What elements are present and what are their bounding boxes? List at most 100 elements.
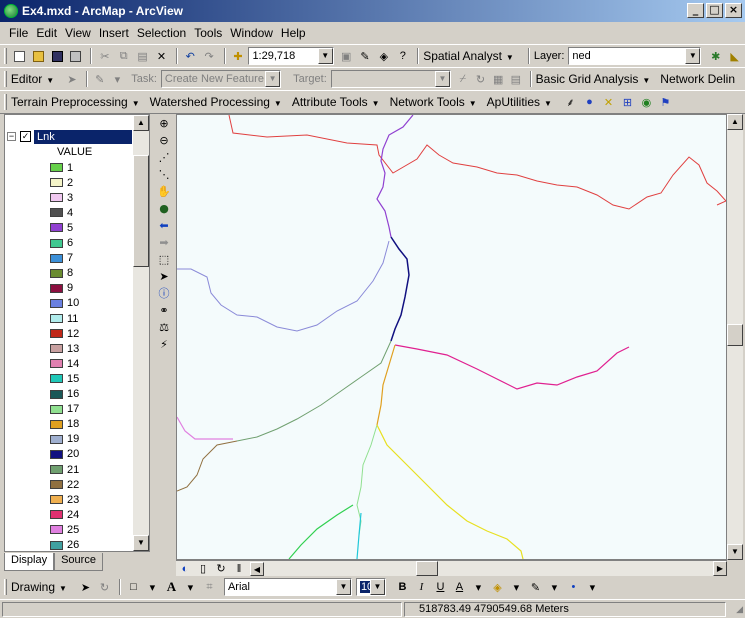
legend-item[interactable]: 22 xyxy=(50,477,79,492)
legend-swatch[interactable] xyxy=(50,329,63,339)
delete-icon[interactable]: ✕ xyxy=(153,48,170,65)
legend-item[interactable]: 26 xyxy=(50,538,79,551)
legend-swatch[interactable] xyxy=(50,359,63,369)
map-scroll-down-icon[interactable]: ▼ xyxy=(727,544,743,560)
flag-icon[interactable]: ⚑ xyxy=(657,94,674,111)
legend-item[interactable]: 19 xyxy=(50,432,79,447)
legend-item[interactable]: 11 xyxy=(50,311,78,326)
legend-item[interactable]: 18 xyxy=(50,417,79,432)
legend-swatch[interactable] xyxy=(50,495,63,505)
close-button[interactable]: × xyxy=(725,3,742,18)
legend-item[interactable]: 14 xyxy=(50,356,79,371)
legend-swatch[interactable] xyxy=(50,374,63,384)
layer-visibility-checkbox[interactable]: ✓ xyxy=(20,131,31,142)
menu-file[interactable]: File xyxy=(8,26,29,40)
legend-swatch[interactable] xyxy=(50,268,63,278)
refresh-icon[interactable]: ↻ xyxy=(214,562,228,575)
legend-item[interactable]: 12 xyxy=(50,326,79,341)
legend-swatch[interactable] xyxy=(50,298,63,308)
legend-item[interactable]: 8 xyxy=(50,266,73,281)
map-scroll-right-icon[interactable]: ▶ xyxy=(713,561,727,576)
map-scroll-left-icon[interactable]: ◀ xyxy=(250,562,264,576)
layer-combo[interactable]: ned ▼ xyxy=(568,47,702,65)
redo-icon[interactable]: ↷ xyxy=(201,48,218,65)
forward-extent-icon[interactable]: ➡ xyxy=(156,234,172,251)
legend-item[interactable]: 24 xyxy=(50,507,79,522)
rectangle-icon[interactable]: □ xyxy=(125,579,142,596)
raster-calculator-icon[interactable]: ✱ xyxy=(707,48,724,65)
line-color-icon[interactable]: ✎ xyxy=(527,579,544,596)
menu-window[interactable]: Window xyxy=(229,26,274,40)
attributes-icon[interactable]: ▦ xyxy=(490,71,506,88)
italic-icon[interactable]: I xyxy=(413,579,430,596)
pause-drawing-icon[interactable]: ‖ xyxy=(232,562,246,575)
print-icon[interactable] xyxy=(68,48,85,65)
fixed-zoom-in-icon[interactable]: ⋰ xyxy=(156,149,172,166)
paste-icon[interactable]: ▤ xyxy=(134,48,151,65)
aputilities-menu[interactable]: ApUtilities ▼ xyxy=(487,95,552,109)
attribute-tools-menu[interactable]: Attribute Tools ▼ xyxy=(292,95,380,109)
legend-swatch[interactable] xyxy=(50,465,63,474)
map-horizontal-scrollbar[interactable]: ◐ ▯ ↻ ‖ ◀ ▶ xyxy=(176,560,727,576)
identify-icon[interactable]: ⓘ xyxy=(156,285,172,302)
basic-grid-analysis-menu[interactable]: Basic Grid Analysis ▼ xyxy=(536,72,651,86)
layer-name[interactable]: Lnk xyxy=(34,129,132,144)
resize-grip-icon[interactable]: ◢ xyxy=(736,604,743,615)
sketch-properties-icon[interactable]: ▤ xyxy=(508,71,524,88)
save-icon[interactable] xyxy=(49,48,66,65)
font-color-icon[interactable]: A xyxy=(451,579,468,596)
legend-item[interactable]: 9 xyxy=(50,281,73,296)
legend-item[interactable]: 7 xyxy=(50,251,73,266)
editor-menu[interactable]: Editor ▼ xyxy=(11,72,54,86)
rotate-icon[interactable]: ↻ xyxy=(96,579,113,596)
data-view-icon[interactable]: ◐ xyxy=(178,562,192,575)
add-data-icon[interactable]: ✚ xyxy=(230,48,247,65)
legend-item[interactable]: 5 xyxy=(50,220,73,235)
back-extent-icon[interactable]: ⬅ xyxy=(156,217,172,234)
drawing-menu[interactable]: Drawing ▼ xyxy=(11,580,67,594)
legend-item[interactable]: 16 xyxy=(50,387,79,402)
legend-swatch[interactable] xyxy=(50,419,63,429)
sketch-dropdown-icon[interactable]: ▾ xyxy=(110,71,126,88)
marker-color-icon[interactable]: • xyxy=(565,579,582,596)
legend-item[interactable]: 25 xyxy=(50,522,79,537)
toc-scrollbar[interactable]: ▲ ▼ xyxy=(133,115,149,551)
legend-swatch[interactable] xyxy=(50,253,63,263)
legend-item[interactable]: 17 xyxy=(50,402,79,417)
full-extent-icon[interactable]: ● xyxy=(156,200,172,217)
globe-icon[interactable]: ◉ xyxy=(638,94,655,111)
legend-item[interactable]: 20 xyxy=(50,447,79,462)
font-combo[interactable]: Arial ▼ xyxy=(223,578,352,596)
legend-swatch[interactable] xyxy=(50,434,63,444)
pan-hand-icon[interactable]: ✋ xyxy=(156,183,172,200)
arctoolbox-icon[interactable]: ✎ xyxy=(357,48,374,65)
legend-swatch[interactable] xyxy=(50,525,63,535)
editor-toolbar-icon[interactable]: ▣ xyxy=(338,48,355,65)
legend-swatch[interactable] xyxy=(50,389,63,399)
arccatalog-icon[interactable]: ◈ xyxy=(375,48,392,65)
menu-tools[interactable]: Tools xyxy=(193,26,223,40)
split-tool-icon[interactable]: ⌿ xyxy=(455,71,471,88)
legend-swatch[interactable] xyxy=(50,404,63,414)
legend-swatch[interactable] xyxy=(50,223,63,233)
zoom-out-icon[interactable]: ⊖ xyxy=(156,132,172,149)
legend-item[interactable]: 1 xyxy=(50,160,73,175)
menu-help[interactable]: Help xyxy=(280,26,307,40)
open-folder-icon[interactable] xyxy=(30,48,47,65)
batch-point-icon[interactable]: ✕ xyxy=(600,94,617,111)
marker-color-dropdown-icon[interactable]: ▾ xyxy=(584,579,601,596)
legend-swatch[interactable] xyxy=(50,540,63,550)
task-combo[interactable]: Create New Feature ▼ xyxy=(160,70,282,88)
network-delineation-menu[interactable]: Network Delin xyxy=(660,72,735,86)
zoom-in-icon[interactable]: ⊕ xyxy=(156,115,172,132)
legend-swatch[interactable] xyxy=(50,480,63,490)
text-dropdown-icon[interactable]: ▾ xyxy=(182,579,199,596)
legend-item[interactable]: 10 xyxy=(50,296,79,311)
legend-swatch[interactable] xyxy=(50,449,63,459)
new-document-icon[interactable] xyxy=(11,48,28,65)
legend-swatch[interactable] xyxy=(50,344,63,354)
collapse-icon[interactable]: − xyxy=(7,132,16,141)
menu-edit[interactable]: Edit xyxy=(35,26,58,40)
legend-swatch[interactable] xyxy=(50,510,63,520)
font-color-dropdown-icon[interactable]: ▾ xyxy=(470,579,487,596)
